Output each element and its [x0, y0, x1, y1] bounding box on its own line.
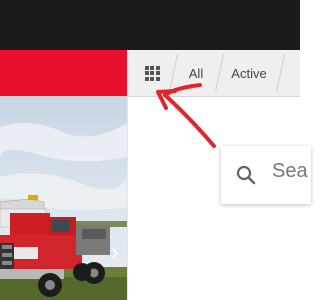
vehicle-photo[interactable]: › — [0, 97, 127, 300]
top-bar — [0, 0, 300, 50]
truck-image — [0, 97, 127, 300]
search-placeholder: Sea — [272, 160, 308, 182]
tab-active-label: Active — [231, 65, 267, 81]
tab-bar: All Active — [127, 50, 300, 96]
tab-active[interactable]: Active — [219, 50, 279, 96]
search-icon — [236, 165, 256, 185]
tab-all-label: All — [188, 65, 204, 81]
grid-icon — [144, 65, 160, 81]
apps-grid-button[interactable] — [137, 50, 167, 96]
chevron-right-icon[interactable]: › — [106, 240, 124, 264]
brand-bar — [0, 50, 127, 96]
tab-all[interactable]: All — [175, 50, 217, 96]
